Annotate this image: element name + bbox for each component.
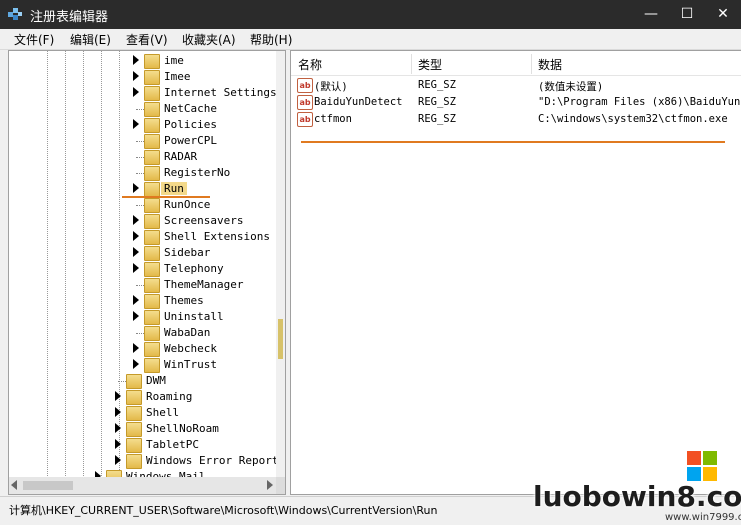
expand-arrow-icon[interactable] bbox=[115, 391, 121, 401]
expand-arrow-icon[interactable] bbox=[115, 455, 121, 465]
scrollbar-thumb[interactable] bbox=[23, 481, 73, 490]
folder-icon bbox=[144, 358, 160, 373]
folder-icon bbox=[144, 230, 160, 245]
value-name: BaiduYunDetect bbox=[314, 96, 403, 108]
string-value-icon: ab bbox=[297, 78, 313, 93]
menu-view[interactable]: 查看(V) bbox=[126, 31, 168, 48]
value-name: ctfmon bbox=[314, 113, 352, 125]
value-type: REG_SZ bbox=[418, 113, 456, 125]
list-item[interactable]: ab ctfmon REG_SZ C:\windows\system32\ctfmon… bbox=[291, 111, 741, 128]
menu-edit[interactable]: 编辑(E) bbox=[70, 31, 111, 48]
expand-arrow-icon[interactable] bbox=[133, 247, 139, 257]
value-name: (默认) bbox=[314, 81, 348, 93]
folder-icon bbox=[144, 342, 160, 357]
expand-arrow-icon[interactable] bbox=[133, 87, 139, 97]
expand-arrow-icon[interactable] bbox=[133, 231, 139, 241]
column-data-header[interactable]: 数据 bbox=[538, 56, 562, 73]
folder-icon bbox=[144, 134, 160, 149]
expand-arrow-icon[interactable] bbox=[133, 183, 139, 193]
expand-arrow-icon[interactable] bbox=[133, 343, 139, 353]
folder-icon bbox=[144, 86, 160, 101]
folder-icon bbox=[144, 278, 160, 293]
string-value-icon: ab bbox=[297, 95, 313, 110]
run-highlight-underline bbox=[122, 196, 210, 198]
watermark-text: luobowin8.com bbox=[533, 480, 741, 513]
folder-icon bbox=[126, 422, 142, 437]
folder-icon bbox=[144, 182, 160, 197]
folder-icon bbox=[144, 102, 160, 117]
expand-arrow-icon[interactable] bbox=[133, 215, 139, 225]
value-data: "D:\Program Files (x86)\BaiduYun bbox=[538, 96, 741, 108]
menu-favorites[interactable]: 收藏夹(A) bbox=[182, 31, 236, 48]
tree-horizontal-scrollbar[interactable] bbox=[9, 477, 276, 494]
list-item[interactable]: ab (默认) REG_SZ (数值未设置) bbox=[291, 77, 741, 94]
scrollbar-corner bbox=[276, 477, 285, 494]
tree-guide-line bbox=[65, 51, 66, 494]
column-separator[interactable] bbox=[531, 54, 532, 74]
window-title: 注册表编辑器 bbox=[30, 10, 109, 25]
expand-arrow-icon[interactable] bbox=[133, 311, 139, 321]
tree-vertical-scrollbar[interactable] bbox=[276, 51, 285, 477]
status-path: 计算机\HKEY_CURRENT_USER\Software\Microsoft… bbox=[9, 504, 438, 517]
folder-icon bbox=[144, 294, 160, 309]
expand-arrow-icon[interactable] bbox=[115, 407, 121, 417]
folder-icon bbox=[126, 438, 142, 453]
folder-icon bbox=[144, 166, 160, 181]
folder-icon bbox=[144, 246, 160, 261]
folder-icon bbox=[144, 262, 160, 277]
minimize-button[interactable]: — bbox=[633, 0, 669, 29]
tree-guide-line bbox=[101, 51, 102, 494]
expand-arrow-icon[interactable] bbox=[133, 119, 139, 129]
value-data: (数值未设置) bbox=[538, 81, 604, 93]
close-button[interactable]: ✕ bbox=[705, 0, 741, 29]
folder-icon bbox=[144, 70, 160, 85]
folder-icon bbox=[144, 54, 160, 69]
expand-arrow-icon[interactable] bbox=[133, 359, 139, 369]
list-item[interactable]: ab BaiduYunDetect REG_SZ "D:\Program Files … bbox=[291, 94, 741, 111]
key-tree[interactable]: ime Imee Internet Settings NetCache Policies… bbox=[8, 50, 286, 495]
menu-help[interactable]: 帮助(H) bbox=[250, 31, 292, 48]
folder-icon bbox=[126, 374, 142, 389]
menu-file[interactable]: 文件(F) bbox=[14, 31, 54, 48]
value-type: REG_SZ bbox=[418, 96, 456, 108]
expand-arrow-icon[interactable] bbox=[115, 423, 121, 433]
maximize-button[interactable]: ☐ bbox=[669, 0, 705, 29]
column-name-header[interactable]: 名称 bbox=[298, 56, 322, 73]
expand-arrow-icon[interactable] bbox=[133, 295, 139, 305]
regedit-icon bbox=[8, 8, 22, 20]
windows-logo-icon bbox=[687, 451, 717, 481]
expand-arrow-icon[interactable] bbox=[133, 71, 139, 81]
folder-icon bbox=[144, 310, 160, 325]
expand-arrow-icon[interactable] bbox=[115, 439, 121, 449]
menu-bar: 文件(F) 编辑(E) 查看(V) 收藏夹(A) 帮助(H) bbox=[0, 29, 741, 50]
folder-icon bbox=[126, 406, 142, 421]
column-separator[interactable] bbox=[411, 54, 412, 74]
watermark-url: www.win7999.com bbox=[665, 512, 741, 523]
ctfmon-highlight-underline bbox=[301, 141, 725, 143]
registry-editor-window: 注册表编辑器 — ☐ ✕ 文件(F) 编辑(E) 查看(V) 收藏夹(A) 帮助… bbox=[0, 0, 741, 525]
folder-icon bbox=[144, 214, 160, 229]
scroll-right-icon[interactable] bbox=[267, 480, 273, 490]
folder-icon bbox=[126, 454, 142, 469]
value-type: REG_SZ bbox=[418, 79, 456, 91]
scroll-left-icon[interactable] bbox=[11, 480, 17, 490]
folder-icon bbox=[144, 150, 160, 165]
expand-arrow-icon[interactable] bbox=[133, 55, 139, 65]
list-header: 名称 类型 数据 bbox=[291, 51, 741, 76]
value-data: C:\windows\system32\ctfmon.exe bbox=[538, 113, 728, 125]
folder-icon bbox=[126, 390, 142, 405]
scrollbar-thumb[interactable] bbox=[278, 319, 283, 359]
folder-icon bbox=[144, 118, 160, 133]
string-value-icon: ab bbox=[297, 112, 313, 127]
title-bar[interactable]: 注册表编辑器 — ☐ ✕ bbox=[0, 0, 741, 29]
folder-icon bbox=[144, 326, 160, 341]
values-list[interactable]: 名称 类型 数据 ab (默认) REG_SZ (数值未设置) ab BaiduYunDe… bbox=[290, 50, 741, 495]
watermark: luobowin8.com www.win7999.com bbox=[533, 451, 741, 524]
expand-arrow-icon[interactable] bbox=[133, 263, 139, 273]
folder-icon bbox=[144, 198, 160, 213]
tree-guide-line bbox=[47, 51, 48, 494]
tree-guide-line bbox=[83, 51, 84, 494]
column-type-header[interactable]: 类型 bbox=[418, 56, 442, 73]
